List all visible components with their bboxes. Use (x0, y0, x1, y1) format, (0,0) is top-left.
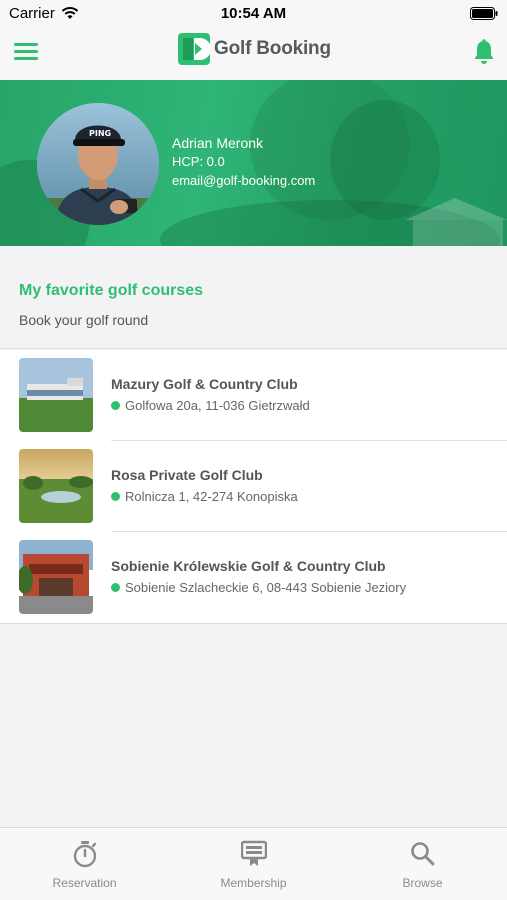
golf-booking-logo-icon (178, 33, 210, 65)
tab-reservation-label: Reservation (52, 876, 117, 890)
tab-reservation[interactable]: Reservation (0, 828, 169, 900)
svg-text:PING: PING (89, 129, 111, 138)
favorites-section-header: My favorite golf courses Book your golf … (0, 246, 507, 349)
tab-browse-label: Browse (402, 876, 443, 890)
course-thumbnail (19, 358, 93, 432)
course-address: Golfowa 20a, 11-036 Gietrzwałd (111, 398, 310, 413)
tab-browse[interactable]: Browse (338, 828, 507, 900)
status-bar: Carrier 10:54 AM (0, 0, 507, 26)
golf-course-list-item[interactable]: Sobienie Królewskie Golf & Country Club … (0, 532, 507, 623)
status-dot (111, 583, 120, 592)
course-thumbnail (19, 449, 93, 523)
nav-bar: Golf Booking (0, 26, 507, 80)
profile-hcp: HCP: 0.0 (172, 154, 225, 169)
status-dot (111, 492, 120, 501)
course-address-text: Sobienie Szlacheckie 6, 08-443 Sobienie … (125, 580, 407, 595)
profile-header: PING Adrian Meronk HCP: 0.0 email@golf-b… (0, 80, 507, 246)
membership-card-icon (240, 840, 267, 866)
hamburger-menu-icon[interactable] (14, 43, 38, 63)
profile-email: email@golf-booking.com (172, 173, 316, 188)
profile-avatar[interactable]: PING (37, 103, 159, 225)
course-name: Sobienie Królewskie Golf & Country Club (111, 558, 386, 574)
course-address-text: Golfowa 20a, 11-036 Gietrzwałd (125, 398, 310, 413)
notification-bell-icon[interactable] (473, 39, 495, 65)
bottom-tab-bar: Reservation Membership Browse (0, 827, 507, 900)
golf-course-list-item[interactable]: Mazury Golf & Country Club Golfowa 20a, … (0, 350, 507, 441)
course-name: Rosa Private Golf Club (111, 467, 263, 483)
favorites-title: My favorite golf courses (19, 282, 204, 299)
battery-icon (470, 7, 498, 20)
profile-name: Adrian Meronk (172, 135, 264, 151)
favorites-list: Mazury Golf & Country Club Golfowa 20a, … (0, 350, 507, 624)
course-address: Rolnicza 1, 42-274 Konopiska (111, 489, 298, 504)
status-time: 10:54 AM (220, 5, 287, 22)
app-title: Golf Booking (214, 38, 331, 59)
golf-course-list-item[interactable]: Rosa Private Golf Club Rolnicza 1, 42-27… (0, 441, 507, 532)
clubhouse-background-graphic (405, 198, 507, 246)
app-logo: Golf Booking (178, 33, 331, 65)
course-address: Sobienie Szlacheckie 6, 08-443 Sobienie … (111, 580, 406, 595)
stopwatch-icon (73, 841, 96, 868)
course-address-text: Rolnicza 1, 42-274 Konopiska (125, 489, 298, 504)
search-icon (410, 842, 434, 866)
course-name: Mazury Golf & Country Club (111, 376, 298, 392)
favorites-subtitle: Book your golf round (19, 312, 149, 328)
course-thumbnail (19, 540, 93, 614)
tab-membership[interactable]: Membership (169, 828, 338, 900)
tab-membership-label: Membership (220, 876, 287, 890)
status-dot (111, 401, 120, 410)
